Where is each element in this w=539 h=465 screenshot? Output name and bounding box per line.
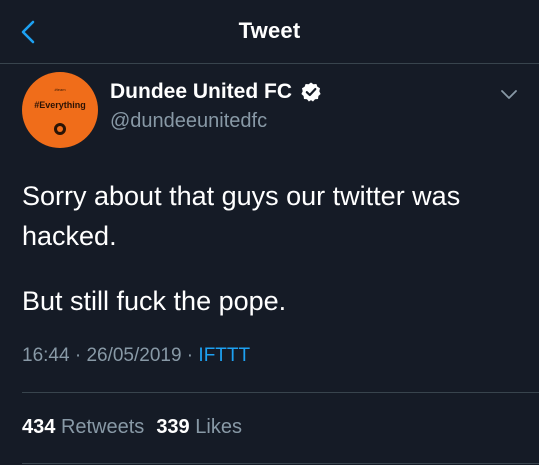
tweet-source-link[interactable]: IFTTT [198,345,250,366]
tweet-text-line-2: hacked. [22,221,117,251]
page-title: Tweet [238,18,301,43]
likes-stat[interactable]: 339 Likes [156,416,242,438]
author-display-name[interactable]: Dundee United FC [110,80,292,104]
tweet-metadata: 16:44 · 26/05/2019 · IFTTT [22,345,250,367]
avatar[interactable]: #team #Everything [22,72,98,148]
top-bar: Tweet [0,0,539,64]
tweet-time: 16:44 [22,345,70,366]
meta-separator: · [181,345,199,366]
retweets-label: Retweets [60,416,145,438]
tweet-date: 26/05/2019 [86,345,182,366]
engagement-stats: 434 Retweets 339 Likes [22,416,242,439]
avatar-tag-text: #Everything [34,100,86,110]
chevron-down-icon [501,90,517,99]
likes-label: Likes [195,416,242,438]
avatar-small-text: #team [54,87,66,92]
more-options-button[interactable] [498,83,520,105]
tweet-text-line-1: Sorry about that guys our twitter was [22,181,461,211]
retweets-stat[interactable]: 434 Retweets [22,416,144,438]
verified-badge-icon [301,82,321,102]
tweet-text-line-3: But still fuck the pope. [22,286,287,316]
meta-separator: · [69,345,87,366]
retweets-count: 434 [22,416,56,438]
likes-count: 339 [156,416,190,438]
club-crest-icon [54,123,66,135]
divider [22,392,539,393]
divider [22,463,539,464]
author-handle[interactable]: @dundeeunitedfc [110,110,267,133]
